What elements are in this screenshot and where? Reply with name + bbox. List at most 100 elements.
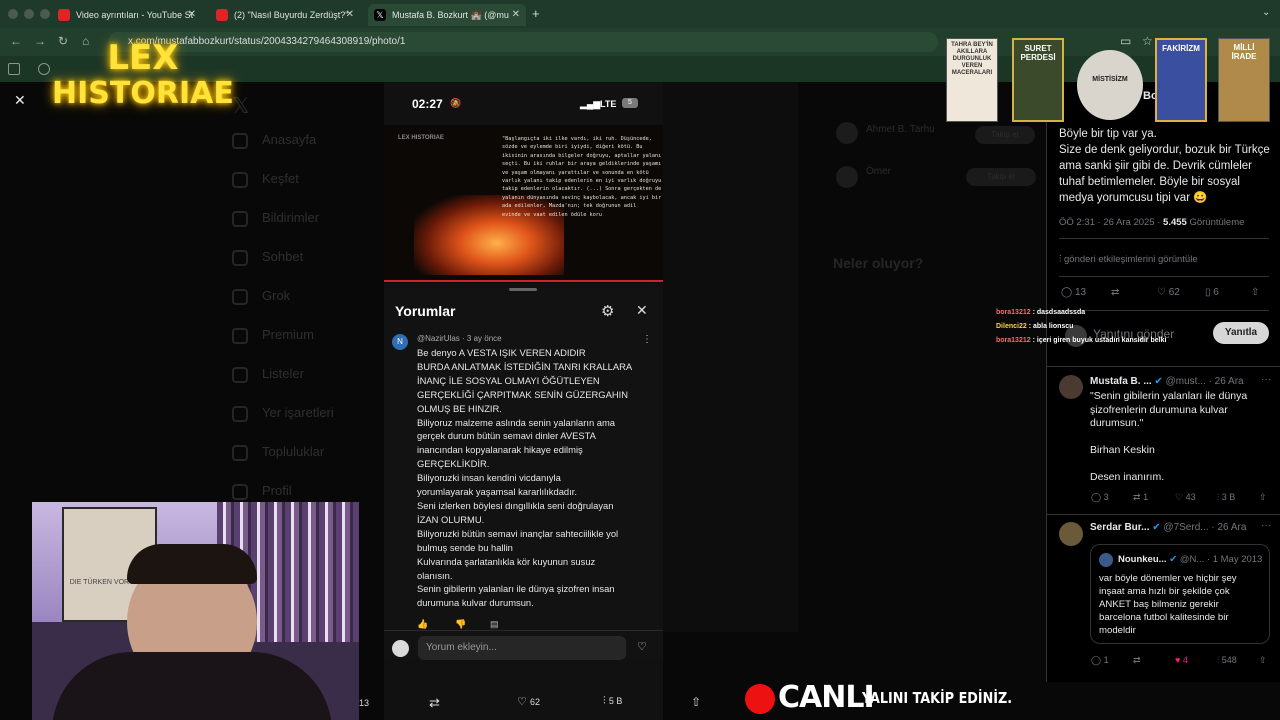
chat-message: bora13212 : dasdsaadssda (996, 309, 1086, 316)
avatar[interactable] (1059, 375, 1083, 399)
grok-icon (232, 289, 248, 305)
add-comment-input[interactable]: Yorum ekleyin... (418, 636, 626, 660)
bookmark-icon: ▯ (1205, 287, 1211, 298)
home-icon (232, 133, 248, 149)
like-action[interactable]: ♡ 62 (1157, 287, 1180, 298)
tweet-bottom-actions: 13 ⇄ ♡ 62 ⫶ 5 B ⇧ (359, 690, 723, 718)
repost-icon[interactable]: ⇄ (1111, 287, 1119, 298)
book-cover: MİLLİ İRADE (1218, 38, 1270, 122)
battery-icon: 5 (622, 98, 638, 108)
browser-tab[interactable]: Video ayrıntıları - YouTube St ✕ (52, 4, 202, 26)
video-quote: "Başlangıçta iki ilke vardı, iki ruh. Dü… (502, 136, 662, 218)
browser-tab[interactable]: (2) "Nasıl Buyurdu Zerdüşt?" ✕ (210, 4, 360, 26)
video-frame[interactable]: LEX HISTORIAE "Başlangıçta iki ilke vard… (384, 125, 663, 283)
live-ticker: YALINI TAKİP EDİNİZ. (862, 689, 1013, 707)
comment-author[interactable]: @NazirUlas (417, 334, 460, 343)
cast-icon[interactable]: ▭ (1120, 34, 1131, 48)
follow-button-bg[interactable]: Takip et (975, 126, 1035, 144)
like-action[interactable]: ♡ 62 (517, 695, 540, 708)
heart-icon: ♡ (517, 696, 527, 708)
reply-author[interactable]: Mustafa B. ... (1090, 376, 1152, 387)
reply-author[interactable]: Serdar Bur... (1090, 522, 1149, 533)
close-media-icon[interactable]: ✕ (14, 92, 26, 109)
close-tab-icon[interactable]: ✕ (188, 4, 196, 26)
back-icon[interactable]: ← (10, 34, 22, 48)
more-options-icon[interactable]: ⋮ (642, 334, 652, 345)
book-cover: SURET PERDESİ (1012, 38, 1064, 122)
thumbs-down-icon[interactable]: 👎 (455, 619, 466, 630)
repost-action[interactable]: ⇄ 1 (1133, 492, 1148, 503)
mute-bell-icon: 🔕 (450, 98, 462, 108)
more-icon[interactable]: ··· (1261, 374, 1271, 385)
reply-action[interactable]: ◯ 3 (1091, 492, 1109, 503)
tab-title: (2) "Nasıl Buyurdu Zerdüşt?" (234, 10, 349, 20)
forward-icon[interactable]: → (34, 34, 46, 48)
avatar[interactable]: N (392, 334, 408, 350)
follow-button-bg[interactable]: Takip et (966, 168, 1036, 186)
views-action[interactable]: ⫶ 5 B (603, 695, 622, 708)
tab-list-chevron-icon[interactable]: ⌄ (1262, 7, 1270, 18)
share-icon[interactable]: ⇧ (1259, 492, 1267, 503)
share-icon[interactable]: ⇧ (691, 695, 701, 709)
reply-count[interactable]: 13 (359, 698, 369, 708)
window-maximize-dot[interactable] (40, 9, 50, 19)
like-action[interactable]: ♥ 4 (1175, 655, 1188, 665)
repost-icon[interactable]: ⇄ (429, 695, 440, 711)
book-cover: FAKİRİZM (1155, 38, 1207, 122)
bookmark-icon (232, 406, 248, 422)
whats-happening-bg: Neler oluyor? (833, 255, 924, 271)
bookmark-action[interactable]: ▯ 6 (1205, 287, 1219, 298)
close-icon[interactable]: ✕ (636, 302, 648, 319)
browser-tab-bar: Video ayrıntıları - YouTube St ✕ (2) "Na… (0, 0, 1280, 28)
share-icon[interactable]: ⇧ (1251, 287, 1259, 298)
star-icon[interactable]: ☆ (1142, 34, 1153, 48)
tab-title: Mustafa B. Bozkurt 🏰 (@mu (392, 10, 509, 20)
comment-icon: ◯ (1091, 492, 1102, 502)
user-icon (232, 484, 248, 500)
reply-icon[interactable]: ▤ (490, 619, 499, 630)
share-icon[interactable]: ⇧ (1259, 655, 1267, 666)
views-action[interactable]: ⫶ 548 (1217, 655, 1237, 666)
repost-icon[interactable]: ⇄ (1133, 655, 1141, 666)
drag-handle[interactable] (509, 288, 537, 291)
reply-action[interactable]: ◯ 13 (1061, 287, 1086, 298)
chart-icon: ⫶ (1217, 492, 1220, 502)
views-action[interactable]: ⫶ 3 B (1217, 492, 1235, 503)
tab-title: Video ayrıntıları - YouTube St (76, 10, 194, 20)
like-action[interactable]: ♡ 43 (1175, 492, 1196, 503)
divider (1047, 366, 1280, 367)
avatar[interactable] (1059, 522, 1083, 546)
x-logo-icon: 𝕏 (374, 9, 386, 21)
reply-button[interactable]: Yanıtla (1213, 322, 1269, 344)
view-count: 5.455 (1163, 217, 1187, 228)
thumbs-up-icon[interactable]: 👍 (417, 619, 428, 630)
window-minimize-dot[interactable] (24, 9, 34, 19)
settings-gear-icon[interactable]: ⚙ (601, 302, 614, 320)
comment-icon: ◯ (1091, 655, 1102, 665)
close-tab-icon[interactable]: ✕ (512, 4, 520, 26)
more-icon[interactable]: ··· (1261, 520, 1271, 531)
view-engagements-link[interactable]: ⫶ gönderi etkileşimlerini görüntüle (1059, 254, 1198, 265)
lex-historiae-logo: LEX HISTORIAE (52, 38, 234, 111)
comment-time: 3 ay önce (466, 334, 502, 343)
reply-header: Serdar Bur... ✔ @7Serd... · 26 Ara (1090, 522, 1247, 533)
close-tab-icon[interactable]: ✕ (346, 4, 354, 26)
live-label: CANLI (778, 680, 875, 715)
window-close-dot[interactable] (8, 9, 18, 19)
globe-icon[interactable] (38, 63, 50, 75)
quote-body: var böyle dönemler ve hiçbir şey inşaat a… (1099, 573, 1237, 636)
reply-action[interactable]: ◯ 1 (1091, 655, 1109, 666)
phone-time: 02:27 (412, 97, 443, 111)
reply-header: Mustafa B. ... ✔ @must... · 26 Ara (1090, 376, 1244, 387)
super-thanks-icon[interactable]: ♡ (637, 640, 647, 653)
tweet-column: Bo Böyle bir tip var ya. Size de denk gel… (1046, 82, 1280, 682)
new-tab-button[interactable]: + (532, 6, 540, 21)
video-progress-track[interactable] (384, 280, 663, 282)
heart-icon: ♡ (1157, 287, 1166, 298)
quote-header: Nounkeu... ✔ @N... · 1 May 2013 (1118, 554, 1263, 565)
quoted-tweet[interactable]: Nounkeu... ✔ @N... · 1 May 2013 var böyl… (1090, 544, 1270, 644)
browser-tab-active[interactable]: 𝕏 Mustafa B. Bozkurt 🏰 (@mu ✕ (368, 4, 526, 26)
streamer-hair (127, 544, 257, 584)
chat-message: bora13212 : içeri giren buyuk ustadın ka… (996, 337, 1167, 344)
apps-grid-icon[interactable] (8, 63, 20, 75)
